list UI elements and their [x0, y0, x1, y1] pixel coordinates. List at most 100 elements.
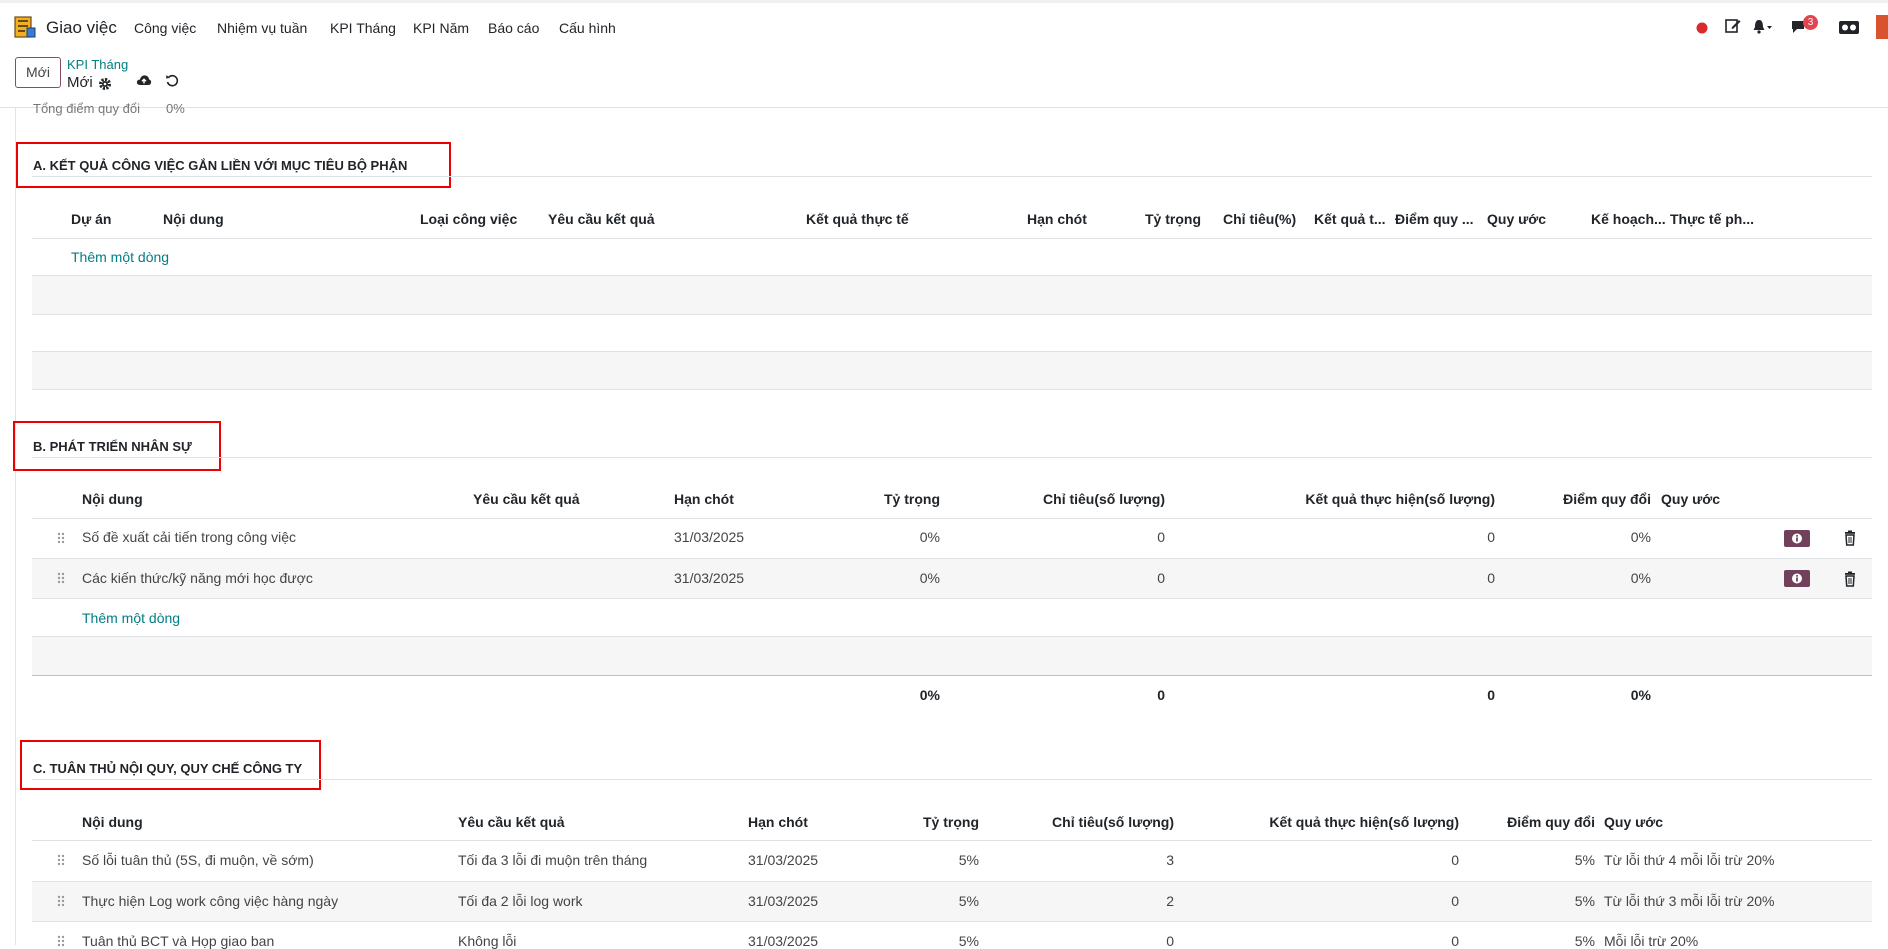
col-header-ty-trong[interactable]: Tỷ trọng [879, 814, 979, 830]
cell-rule[interactable]: Từ lỗi thứ 4 mỗi lỗi trừ 20% [1604, 852, 1864, 868]
col-header-yeu-cau-ket-qua[interactable]: Yêu cầu kết quả [458, 814, 658, 830]
col-header-ket-qua-thuc-hien[interactable]: Kết quả thực hiện(số lượng) [1250, 491, 1495, 507]
cell-target[interactable]: 0 [1000, 529, 1165, 545]
user-avatar[interactable] [1876, 15, 1888, 39]
cell-requirement[interactable]: Tối đa 2 lỗi log work [458, 893, 743, 909]
col-header-quy-uoc[interactable]: Quy ước [1487, 211, 1561, 227]
activity-icon[interactable] [1838, 19, 1860, 35]
cell-content[interactable]: Tuân thủ BCT và Họp giao ban [82, 933, 452, 949]
cell-deadline[interactable]: 31/03/2025 [674, 570, 774, 586]
save-cloud-icon[interactable] [136, 73, 152, 87]
col-header-ket-qua-thuc-te[interactable]: Kết quả thực tế [806, 211, 1006, 227]
cell-weight[interactable]: 0% [840, 529, 940, 545]
menu-kpi-thang[interactable]: KPI Tháng [330, 20, 396, 36]
cell-requirement[interactable]: Không lỗi [458, 933, 743, 949]
cell-score[interactable]: 0% [1530, 570, 1651, 586]
gear-icon[interactable] [98, 77, 112, 91]
drag-handle-icon[interactable] [57, 532, 65, 544]
cell-deadline[interactable]: 31/03/2025 [748, 893, 848, 909]
drag-handle-icon[interactable] [57, 572, 65, 584]
summary-label: Tổng điểm quy đổi [33, 101, 140, 116]
menu-nhiem-vu-tuan[interactable]: Nhiệm vụ tuần [217, 20, 307, 36]
cell-result[interactable]: 0 [1250, 529, 1495, 545]
menu-cau-hinh[interactable]: Cấu hình [559, 20, 616, 36]
row-divider [32, 314, 1872, 315]
total-target: 0 [1157, 687, 1165, 703]
cell-weight[interactable]: 0% [840, 570, 940, 586]
col-header-han-chot[interactable]: Hạn chót [1027, 211, 1097, 227]
drag-handle-icon[interactable] [57, 895, 65, 907]
col-header-ke-hoach[interactable]: Kế hoạch... [1591, 211, 1667, 227]
info-icon[interactable] [1784, 530, 1810, 547]
col-header-ket-qua-t[interactable]: Kết quả t... [1314, 211, 1386, 227]
breadcrumb[interactable]: KPI Tháng [67, 57, 128, 72]
cell-content[interactable]: Thực hiện Log work công việc hàng ngày [82, 893, 452, 909]
cell-requirement[interactable]: Tối đa 3 lỗi đi muộn trên tháng [458, 852, 743, 868]
drag-handle-icon[interactable] [57, 935, 65, 947]
record-dot-icon[interactable] [1696, 22, 1708, 34]
info-icon[interactable] [1784, 570, 1810, 587]
col-header-noi-dung[interactable]: Nội dung [82, 814, 382, 830]
add-line-link[interactable]: Thêm một dòng [82, 610, 180, 626]
col-header-diem-quy-doi[interactable]: Điểm quy đổi [1530, 491, 1651, 507]
trash-icon[interactable] [1843, 530, 1857, 546]
cell-target[interactable]: 3 [1009, 852, 1174, 868]
col-header-diem-quy-doi[interactable]: Điểm quy ... [1395, 211, 1479, 227]
bell-icon[interactable] [1752, 18, 1774, 36]
cell-result[interactable]: 0 [1250, 570, 1495, 586]
header-divider [32, 840, 1872, 841]
cell-score[interactable]: 0% [1530, 529, 1651, 545]
edit-note-icon[interactable] [1724, 17, 1742, 35]
col-header-yeu-cau-ket-qua[interactable]: Yêu cầu kết quả [473, 491, 673, 507]
summary-value: 0% [166, 101, 185, 116]
menu-kpi-nam[interactable]: KPI Năm [413, 20, 469, 36]
col-header-ket-qua-thuc-hien[interactable]: Kết quả thực hiện(số lượng) [1213, 814, 1459, 830]
cell-content[interactable]: Các kiến thức/kỹ năng mới học được [82, 570, 462, 586]
cell-rule[interactable]: Mỗi lỗi trừ 20% [1604, 933, 1864, 949]
col-header-quy-uoc[interactable]: Quy ước [1604, 814, 1724, 830]
cell-weight[interactable]: 5% [879, 852, 979, 868]
cell-deadline[interactable]: 31/03/2025 [748, 933, 848, 949]
app-name[interactable]: Giao việc [46, 18, 117, 38]
cell-target[interactable]: 0 [1009, 933, 1174, 949]
col-header-han-chot[interactable]: Hạn chót [748, 814, 848, 830]
cell-target[interactable]: 2 [1009, 893, 1174, 909]
discard-undo-icon[interactable] [165, 73, 179, 87]
cell-score[interactable]: 5% [1475, 893, 1595, 909]
section-c-separator [32, 779, 1872, 780]
menu-bao-cao[interactable]: Báo cáo [488, 20, 539, 36]
cell-result[interactable]: 0 [1213, 852, 1459, 868]
cell-content[interactable]: Số lỗi tuân thủ (5S, đi muộn, về sớm) [82, 852, 452, 868]
col-header-du-an[interactable]: Dự án [71, 211, 161, 227]
trash-icon[interactable] [1843, 571, 1857, 587]
col-header-ty-trong[interactable]: Tỷ trọng [1120, 211, 1201, 227]
col-header-chi-tieu[interactable]: Chỉ tiêu(%) [1223, 211, 1309, 227]
cell-rule[interactable]: Từ lỗi thứ 3 mỗi lỗi trừ 20% [1604, 893, 1864, 909]
col-header-loai-cong-viec[interactable]: Loại công việc [420, 211, 540, 227]
col-header-chi-tieu[interactable]: Chỉ tiêu(số lượng) [1009, 814, 1174, 830]
col-header-yeu-cau-ket-qua[interactable]: Yêu cầu kết quả [548, 211, 798, 227]
col-header-thuc-te-ph[interactable]: Thực tế ph... [1670, 211, 1754, 227]
cell-score[interactable]: 5% [1475, 852, 1595, 868]
cell-target[interactable]: 0 [1000, 570, 1165, 586]
app-logo-icon[interactable] [14, 15, 36, 39]
drag-handle-icon[interactable] [57, 854, 65, 866]
cell-result[interactable]: 0 [1213, 933, 1459, 949]
cell-score[interactable]: 5% [1475, 933, 1595, 949]
cell-weight[interactable]: 5% [879, 933, 979, 949]
col-header-ty-trong[interactable]: Tỷ trọng [840, 491, 940, 507]
menu-cong-viec[interactable]: Công việc [134, 20, 196, 36]
col-header-noi-dung[interactable]: Nội dung [82, 491, 382, 507]
cell-deadline[interactable]: 31/03/2025 [674, 529, 774, 545]
col-header-noi-dung[interactable]: Nội dung [163, 211, 413, 227]
cell-content[interactable]: Số đề xuất cải tiến trong công việc [82, 529, 462, 545]
col-header-han-chot[interactable]: Hạn chót [674, 491, 774, 507]
col-header-quy-uoc[interactable]: Quy ước [1661, 491, 1741, 507]
cell-result[interactable]: 0 [1213, 893, 1459, 909]
cell-deadline[interactable]: 31/03/2025 [748, 852, 848, 868]
new-button[interactable]: Mới [15, 57, 61, 88]
cell-weight[interactable]: 5% [879, 893, 979, 909]
col-header-diem-quy-doi[interactable]: Điểm quy đổi [1475, 814, 1595, 830]
col-header-chi-tieu[interactable]: Chỉ tiêu(số lượng) [1000, 491, 1165, 507]
add-line-link[interactable]: Thêm một dòng [71, 249, 169, 265]
